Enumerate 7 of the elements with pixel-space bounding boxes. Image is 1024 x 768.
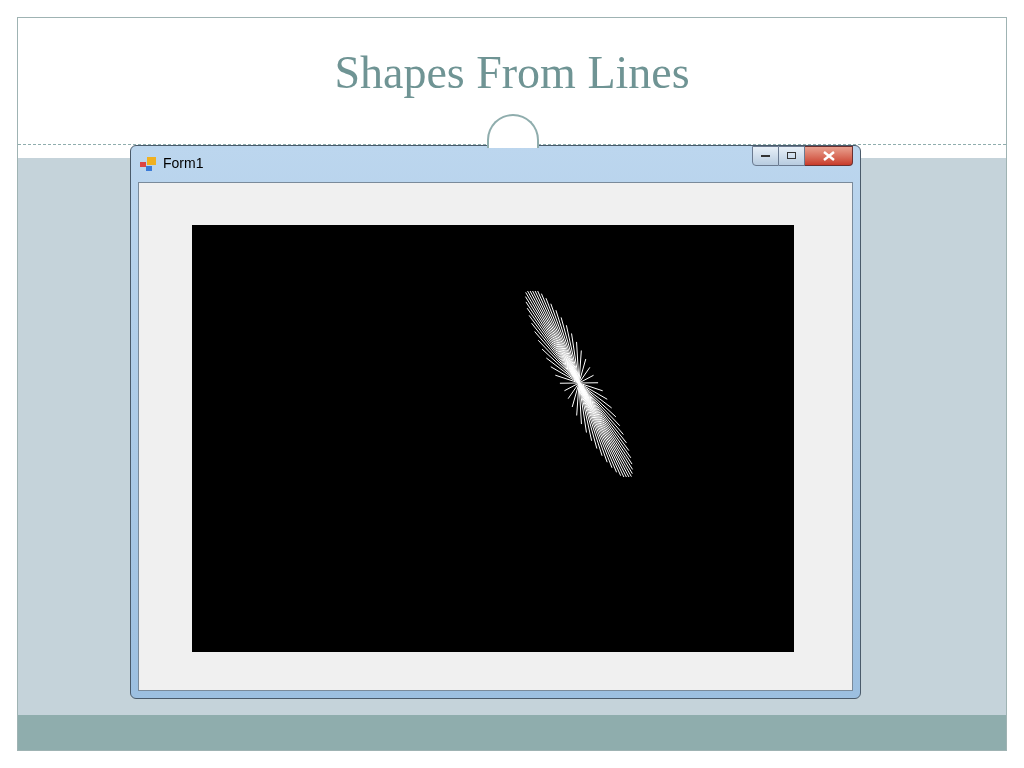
close-button[interactable]	[805, 145, 853, 166]
app-icon	[140, 155, 158, 172]
slide-title: Shapes From Lines	[334, 50, 690, 96]
close-icon	[822, 150, 835, 161]
maximize-button[interactable]	[779, 145, 805, 166]
window-title: Form1	[163, 154, 204, 174]
minimize-button[interactable]	[752, 145, 779, 166]
